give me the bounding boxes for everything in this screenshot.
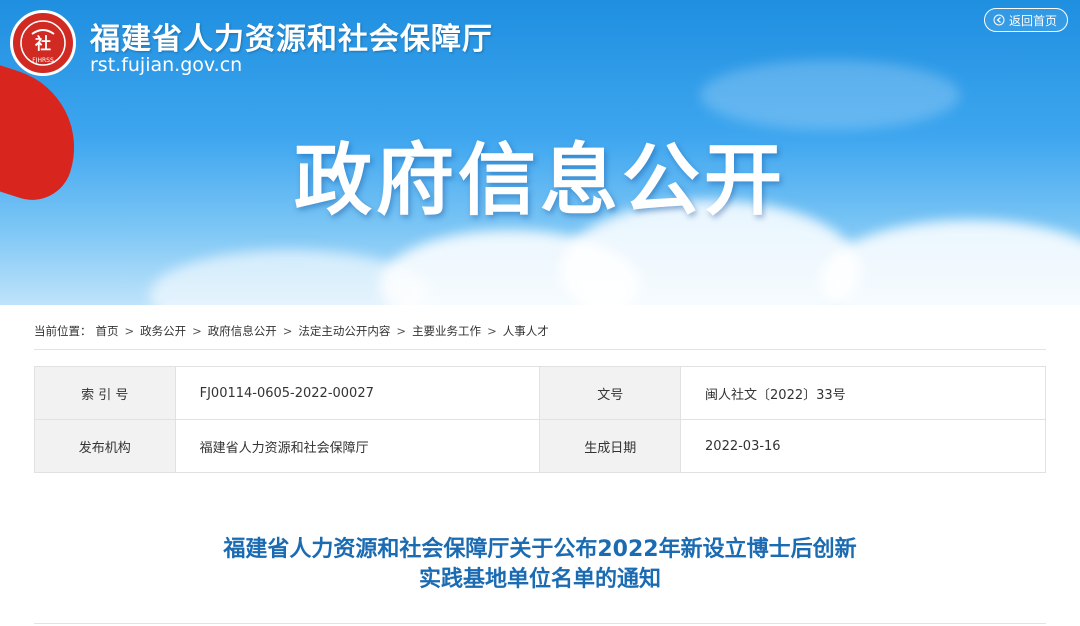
header-banner: 社 FJHRSS 福建省人力资源和社会保障厅 rst.fujian.gov.cn… (0, 0, 1080, 305)
content-card: 当前位置： 首页 > 政务公开 > 政府信息公开 > 法定主动公开内容 > 主要… (6, 305, 1074, 626)
breadcrumb-separator: > (192, 324, 202, 338)
cloud-decoration (820, 220, 1080, 305)
breadcrumb: 当前位置： 首页 > 政务公开 > 政府信息公开 > 法定主动公开内容 > 主要… (34, 323, 549, 339)
date-label: 生成日期 (539, 419, 682, 473)
breadcrumb-separator: > (124, 324, 135, 338)
breadcrumb-separator: > (487, 324, 497, 338)
back-to-home-label: 返回首页 (1008, 13, 1057, 28)
doc-number-label: 文号 (539, 366, 682, 420)
document-meta-table: 索 引 号 FJ00114-0605-2022-00027 文号 闽人社文〔20… (34, 366, 1046, 473)
site-url: rst.fujian.gov.cn (90, 54, 243, 76)
back-to-home-button[interactable]: 返回首页 (983, 8, 1068, 32)
hero-title: 政府信息公开 (293, 136, 786, 226)
doc-number-value: 闽人社文〔2022〕33号 (680, 366, 1046, 420)
publisher-label: 发布机构 (34, 419, 176, 473)
breadcrumb-gov-affairs[interactable]: 政务公开 (140, 323, 186, 339)
breadcrumb-separator: > (282, 324, 293, 338)
divider (34, 623, 1046, 624)
article-title-line: 福建省人力资源和社会保障厅关于公布2022年新设立博士后创新 (223, 537, 857, 562)
site-name: 福建省人力资源和社会保障厅 (90, 22, 493, 57)
svg-text:社: 社 (34, 34, 51, 53)
breadcrumb-statutory-content[interactable]: 法定主动公开内容 (298, 323, 390, 339)
index-value: FJ00114-0605-2022-00027 (174, 366, 541, 420)
article-title: 福建省人力资源和社会保障厅关于公布2022年新设立博士后创新 实践基地单位名单的… (6, 535, 1074, 595)
breadcrumb-info-disclosure[interactable]: 政府信息公开 (208, 323, 277, 339)
breadcrumb-main-work[interactable]: 主要业务工作 (412, 323, 481, 339)
site-logo-emblem[interactable]: 社 FJHRSS (10, 10, 76, 76)
breadcrumb-personnel[interactable]: 人事人才 (503, 323, 549, 339)
article-title-line: 实践基地单位名单的通知 (418, 567, 661, 592)
divider (34, 349, 1046, 350)
table-row: 索 引 号 FJ00114-0605-2022-00027 文号 闽人社文〔20… (34, 366, 1046, 420)
index-label: 索 引 号 (34, 366, 176, 420)
svg-text:FJHRSS: FJHRSS (32, 57, 54, 64)
breadcrumb-separator: > (396, 324, 407, 338)
table-row: 发布机构 福建省人力资源和社会保障厅 生成日期 2022-03-16 (34, 419, 1046, 473)
breadcrumb-prefix: 当前位置： (34, 324, 92, 338)
date-value: 2022-03-16 (680, 419, 1046, 473)
breadcrumb-home[interactable]: 首页 (96, 323, 119, 339)
publisher-value: 福建省人力资源和社会保障厅 (174, 419, 541, 473)
logo-icon: 社 FJHRSS (20, 20, 66, 66)
return-arrow-icon (993, 14, 1005, 26)
cloud-decoration (150, 250, 430, 305)
